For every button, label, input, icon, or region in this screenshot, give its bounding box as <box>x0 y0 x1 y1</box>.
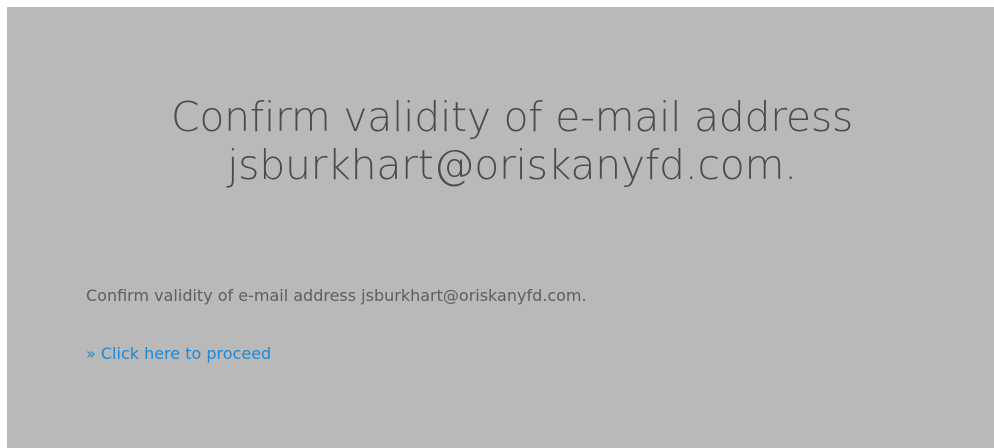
page-title-line-1: Confirm validity of e-mail address <box>171 93 853 141</box>
page-title-line-2: jsburkhart@oriskanyfd.com. <box>227 141 797 189</box>
proceed-link[interactable]: » Click here to proceed <box>86 344 271 364</box>
page-title: Confirm validity of e-mail address jsbur… <box>7 93 994 189</box>
confirmation-panel: Confirm validity of e-mail address jsbur… <box>7 7 994 448</box>
confirmation-message: Confirm validity of e-mail address jsbur… <box>86 286 587 305</box>
